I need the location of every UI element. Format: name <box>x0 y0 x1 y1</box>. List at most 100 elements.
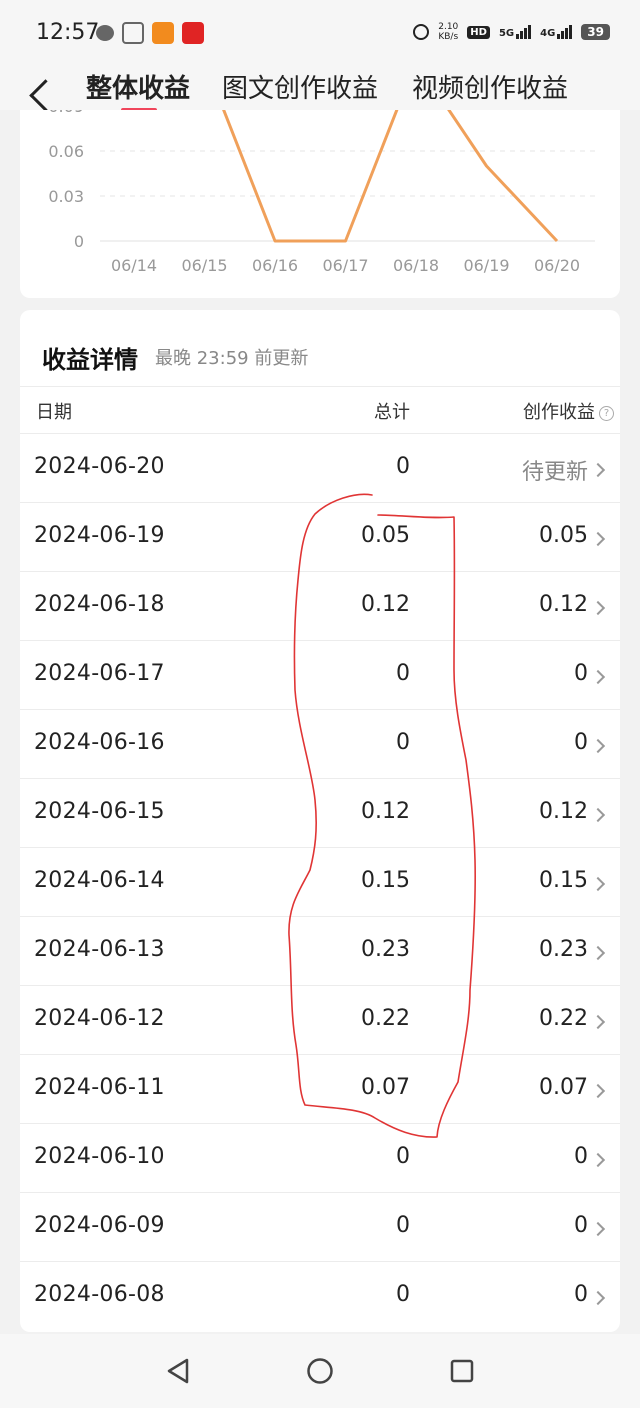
row-date: 2024-06-10 <box>34 1144 165 1169</box>
home-circle-icon[interactable] <box>305 1356 335 1386</box>
row-total: 0.05 <box>361 523 410 548</box>
recents-square-icon[interactable] <box>447 1356 477 1386</box>
chevron-right-icon <box>590 1221 606 1237</box>
table-row[interactable]: 2024-06-18 0.12 0.12 <box>20 572 620 641</box>
detail-title: 收益详情 <box>42 346 138 374</box>
row-date: 2024-06-18 <box>34 592 165 617</box>
signal-5g-icon: 5G <box>499 25 532 39</box>
battery-icon: 39 <box>581 24 610 40</box>
row-date: 2024-06-12 <box>34 1006 165 1031</box>
row-total: 0.22 <box>361 1006 410 1031</box>
table-row[interactable]: 2024-06-11 0.07 0.07 <box>20 1055 620 1124</box>
table-row[interactable]: 2024-06-19 0.05 0.05 <box>20 503 620 572</box>
status-indicators: 2.10 KB/s HD 5G 4G 39 <box>413 22 610 42</box>
help-icon[interactable]: ? <box>599 406 614 421</box>
wechat-icon <box>96 25 114 41</box>
row-total: 0 <box>396 730 410 755</box>
chevron-right-icon <box>590 531 606 547</box>
row-date: 2024-06-19 <box>34 523 165 548</box>
chevron-right-icon <box>590 1083 606 1099</box>
chevron-right-icon <box>590 1152 606 1168</box>
row-date: 2024-06-16 <box>34 730 165 755</box>
y-tick-label: 0.06 <box>48 142 84 161</box>
chevron-right-icon <box>590 945 606 961</box>
row-date: 2024-06-13 <box>34 937 165 962</box>
row-total: 0 <box>396 661 410 686</box>
back-triangle-icon[interactable] <box>163 1356 193 1386</box>
tab-overall[interactable]: 整体收益 <box>86 68 190 105</box>
chevron-right-icon <box>590 807 606 823</box>
row-total: 0 <box>396 1144 410 1169</box>
table-row[interactable]: 2024-06-09 0 0 <box>20 1193 620 1262</box>
x-tick-label: 06/14 <box>111 256 157 275</box>
x-tick-label: 06/15 <box>181 256 227 275</box>
row-earnings: 0 <box>574 1213 588 1238</box>
row-total: 0.07 <box>361 1075 410 1100</box>
x-tick-label: 06/16 <box>252 256 298 275</box>
series-line <box>222 110 559 243</box>
row-date: 2024-06-11 <box>34 1075 165 1100</box>
x-tick-label: 06/18 <box>393 256 439 275</box>
tab-video[interactable]: 视频创作收益 <box>412 68 568 105</box>
earnings-detail-card: 收益详情 最晚 23:59 前更新 日期 总计 创作收益? 2024-06-20… <box>20 310 620 1332</box>
row-earnings: 0.05 <box>539 523 588 548</box>
row-total: 0 <box>396 1282 410 1307</box>
table-row[interactable]: 2024-06-08 0 0 <box>20 1262 620 1331</box>
chevron-right-icon <box>590 462 606 478</box>
row-earnings: 0.22 <box>539 1006 588 1031</box>
row-date: 2024-06-17 <box>34 661 165 686</box>
table-row[interactable]: 2024-06-20 0 待更新 <box>20 434 620 503</box>
table-row[interactable]: 2024-06-17 0 0 <box>20 641 620 710</box>
row-total: 0.12 <box>361 799 410 824</box>
table-row[interactable]: 2024-06-13 0.23 0.23 <box>20 917 620 986</box>
row-earnings: 0.23 <box>539 937 588 962</box>
table-row[interactable]: 2024-06-16 0 0 <box>20 710 620 779</box>
status-bar: 12:57 2.10 KB/s HD 5G 4G 39 <box>0 0 640 64</box>
row-total: 0.12 <box>361 592 410 617</box>
row-earnings: 0.12 <box>539 592 588 617</box>
row-earnings: 0 <box>574 661 588 686</box>
back-button[interactable] <box>24 78 54 114</box>
notification-icons <box>96 22 204 44</box>
tab-article[interactable]: 图文创作收益 <box>222 68 378 105</box>
row-earnings: 0.12 <box>539 799 588 824</box>
table-row[interactable]: 2024-06-14 0.15 0.15 <box>20 848 620 917</box>
app-icon <box>122 22 144 44</box>
chevron-right-icon <box>590 738 606 754</box>
status-time: 12:57 <box>36 20 100 45</box>
chevron-right-icon <box>590 1014 606 1030</box>
net-speed: 2.10 KB/s <box>438 22 459 42</box>
row-earnings: 0.07 <box>539 1075 588 1100</box>
col-header-total: 总计 <box>374 402 410 423</box>
chevron-right-icon <box>590 600 606 616</box>
row-earnings: 0 <box>574 1144 588 1169</box>
chevron-right-icon <box>590 669 606 685</box>
col-header-earnings: 创作收益? <box>523 398 614 424</box>
row-earnings: 0 <box>574 1282 588 1307</box>
row-total: 0 <box>396 1213 410 1238</box>
x-tick-label: 06/17 <box>322 256 368 275</box>
row-total: 0.15 <box>361 868 410 893</box>
table-row[interactable]: 2024-06-10 0 0 <box>20 1124 620 1193</box>
hd-icon: HD <box>467 25 490 39</box>
y-tick-label: 0.09 <box>48 110 84 116</box>
y-tick-label: 0 <box>74 232 84 251</box>
row-total: 0 <box>396 454 410 479</box>
system-nav-bar <box>0 1334 640 1408</box>
row-date: 2024-06-15 <box>34 799 165 824</box>
row-date: 2024-06-09 <box>34 1213 165 1238</box>
chevron-right-icon <box>590 876 606 892</box>
top-nav: 整体收益 图文创作收益 视频创作收益 <box>0 64 640 112</box>
row-earnings: 待更新 <box>521 460 588 485</box>
earnings-chart-card: 0 0.03 0.06 0.09 06/14 06/15 06/16 06/17 06/18 06… <box>20 110 620 298</box>
app-icon <box>152 22 174 44</box>
table-row[interactable]: 2024-06-15 0.12 0.12 <box>20 779 620 848</box>
table-row[interactable]: 2024-06-12 0.22 0.22 <box>20 986 620 1055</box>
row-earnings: 0.15 <box>539 868 588 893</box>
row-date: 2024-06-08 <box>34 1282 165 1307</box>
app-icon <box>182 22 204 44</box>
col-header-date: 日期 <box>36 402 72 423</box>
row-date: 2024-06-20 <box>34 454 165 479</box>
row-date: 2024-06-14 <box>34 868 165 893</box>
detail-subtitle: 最晚 23:59 前更新 <box>155 348 309 369</box>
